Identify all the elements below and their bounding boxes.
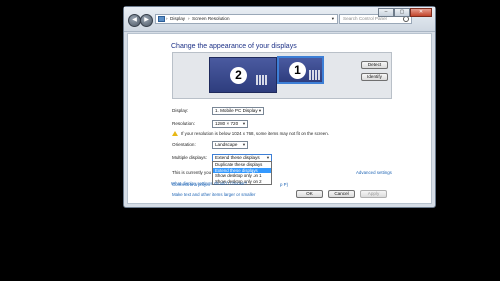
multiple-displays-label: Multiple displays: xyxy=(172,155,207,160)
display-select[interactable]: 1. Mobile PC Display ▼ xyxy=(212,107,264,115)
mouse-cursor-icon xyxy=(252,172,255,179)
monitor-preview: 2 1 xyxy=(172,52,392,99)
address-bar[interactable]: › Display › Screen Resolution ▾ xyxy=(155,14,338,24)
maximize-button[interactable]: ▢ xyxy=(394,8,410,17)
resolution-label: Resolution: xyxy=(172,121,195,126)
advanced-settings-link[interactable]: Advanced settings xyxy=(356,170,392,175)
resolution-warning: If your resolution is below 1024 x 768, … xyxy=(181,131,329,136)
display-icon xyxy=(309,70,321,80)
resolution-value: 1280 × 720 xyxy=(215,121,239,126)
orientation-value: Landscape xyxy=(215,142,238,147)
multiple-displays-value: Extend these displays xyxy=(215,155,260,160)
display-icon xyxy=(256,75,268,85)
apply-button[interactable]: Apply xyxy=(360,190,387,198)
orientation-label: Orientation: xyxy=(172,142,196,147)
monitor-number-badge: 2 xyxy=(230,67,247,84)
window-controls: – ▢ ✕ xyxy=(378,8,432,17)
breadcrumb-separator: › xyxy=(188,16,190,21)
resolution-select[interactable]: 1280 × 720 ▼ xyxy=(212,120,248,128)
address-dropdown-icon[interactable]: ▾ xyxy=(332,16,334,22)
monitor-number-badge: 1 xyxy=(289,62,306,79)
display-value: 1. Mobile PC Display xyxy=(215,108,258,113)
page-title: Change the appearance of your displays xyxy=(171,43,297,50)
ok-button[interactable]: OK xyxy=(296,190,323,198)
content-pane: Change the appearance of your displays 2… xyxy=(127,33,432,204)
warning-icon xyxy=(172,131,178,136)
title-bar: ◀ ▶ › Display › Screen Resolution ▾ Sear… xyxy=(124,7,435,32)
forward-button[interactable]: ▶ xyxy=(140,14,153,27)
close-button[interactable]: ✕ xyxy=(410,8,432,17)
control-panel-icon xyxy=(158,16,165,22)
connect-projector-link-tail[interactable]: p P) xyxy=(280,182,288,187)
breadcrumb-separator: › xyxy=(166,16,168,21)
breadcrumb-screen-resolution[interactable]: Screen Resolution xyxy=(192,16,230,21)
identify-button[interactable]: Identify xyxy=(361,73,388,81)
chevron-down-icon: ▼ xyxy=(242,121,246,126)
dropdown-option[interactable]: Duplicate these displays xyxy=(213,162,271,168)
screen-resolution-window: ◀ ▶ › Display › Screen Resolution ▾ Sear… xyxy=(123,6,436,208)
minimize-button[interactable]: – xyxy=(378,8,394,17)
monitor-2[interactable]: 2 xyxy=(209,57,277,93)
text-size-link[interactable]: Make text and other items larger or smal… xyxy=(172,192,255,197)
breadcrumb-display[interactable]: Display xyxy=(170,16,185,21)
chevron-down-icon: ▼ xyxy=(258,108,262,113)
display-label: Display: xyxy=(172,108,189,113)
detect-button[interactable]: Detect xyxy=(361,61,388,69)
cancel-button[interactable]: Cancel xyxy=(328,190,355,198)
chevron-down-icon: ▼ xyxy=(242,142,246,147)
orientation-select[interactable]: Landscape ▼ xyxy=(212,141,248,149)
current-display-text: This is currently you xyxy=(172,170,212,175)
monitor-1[interactable]: 1 xyxy=(277,56,324,84)
which-settings-link[interactable]: What display settings should I choose? xyxy=(171,181,247,186)
